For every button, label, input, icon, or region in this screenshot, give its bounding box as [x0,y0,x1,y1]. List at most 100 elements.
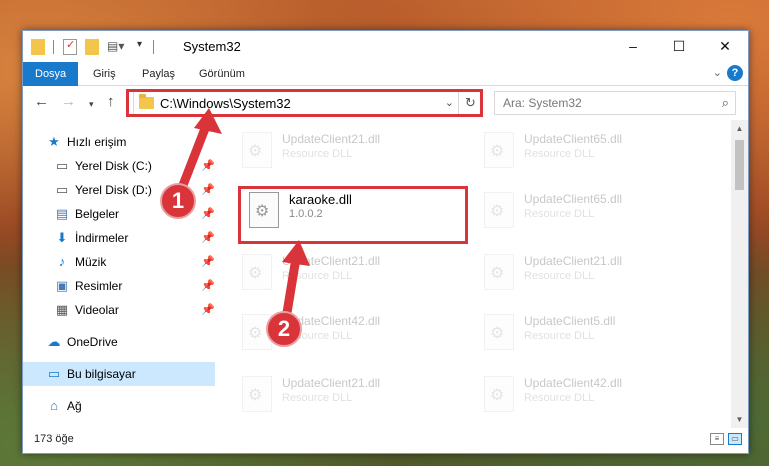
file-item[interactable]: UpdateClient21.dll Resource DLL [234,368,464,420]
sidebar-item-onedrive[interactable]: ☁ OneDrive [23,330,215,354]
file-name: UpdateClient5.dll [524,314,616,328]
pin-icon: 📌 [201,256,215,268]
file-item[interactable]: UpdateClient21.dll Resource DLL [476,246,706,298]
quick-access-dropdown-icon[interactable]: ▾ [137,39,147,55]
tab-view[interactable]: Görünüm [199,62,245,86]
pin-icon: 📌 [201,208,215,220]
scroll-up-icon[interactable]: ▲ [731,120,748,137]
file-description: Resource DLL [524,392,595,404]
file-name: UpdateClient21.dll [524,254,623,268]
pin-icon: 📌 [201,232,215,244]
network-icon: ⌂ [50,398,58,413]
file-name: UpdateClient21.dll [282,254,381,268]
sidebar-item-videos[interactable]: ▦ Videolar 📌 [23,298,215,322]
file-name: UpdateClient65.dll [524,132,623,146]
file-item[interactable]: UpdateClient42.dll Resource DLL [476,368,706,420]
navigation-pane: ★ Hızlı erişim ▭ Yerel Disk (C:) 📌 ▭ Yer… [23,120,215,428]
sidebar-item-label: Hızlı erişim [67,135,127,149]
file-description: Resource DLL [524,148,595,160]
file-name: UpdateClient21.dll [282,132,381,146]
customize-quick-access-icon[interactable]: ▤▾ [107,39,124,55]
sidebar-item-quick-access[interactable]: ★ Hızlı erişim [23,130,215,154]
music-icon: ♪ [58,254,66,269]
minimize-button[interactable]: – [610,31,656,61]
address-bar-highlight [126,89,483,117]
dll-file-icon [242,376,272,412]
file-description: Resource DLL [524,270,595,282]
documents-icon: ▤ [55,206,69,221]
file-list: UpdateClient21.dll Resource DLL UpdateCl… [226,120,731,428]
videos-icon: ▦ [55,302,69,317]
sidebar-item-music[interactable]: ♪ Müzik 📌 [23,250,215,274]
sidebar-item-local-disk-c[interactable]: ▭ Yerel Disk (C:) 📌 [23,154,215,178]
close-button[interactable]: ✕ [702,31,748,61]
file-description: Resource DLL [282,148,353,160]
tab-home[interactable]: Giriş [93,62,116,86]
computer-icon: ▭ [47,366,61,381]
search-placeholder: Ara: System32 [503,96,582,110]
dll-file-icon [242,132,272,168]
dll-file-icon [242,254,272,290]
cloud-icon: ☁ [47,334,61,349]
expand-ribbon-icon[interactable]: ⌄ [713,66,722,79]
pin-icon: 📌 [201,184,215,196]
star-icon: ★ [48,134,60,149]
file-description: Resource DLL [524,208,595,220]
dll-file-icon [484,132,514,168]
forward-arrow-icon[interactable]: → [61,94,76,110]
drive-icon: ▭ [55,182,69,197]
file-item[interactable]: UpdateClient21.dll Resource DLL [234,246,464,298]
divider [153,40,154,54]
sidebar-item-label: Resimler [75,279,123,293]
properties-icon[interactable]: ✓ [63,39,77,55]
sidebar-item-label: Yerel Disk (C:) [75,159,152,173]
item-count: 173 öğe [34,433,74,445]
maximize-button[interactable]: ☐ [656,31,702,61]
tab-share[interactable]: Paylaş [142,62,175,86]
scroll-down-icon[interactable]: ▼ [731,411,748,428]
dll-file-icon [484,192,514,228]
dll-file-icon [484,254,514,290]
sidebar-item-downloads[interactable]: ⬇ İndirmeler 📌 [23,226,215,250]
vertical-scrollbar[interactable]: ▲ ▼ [731,120,748,428]
step-2-badge: 2 [266,311,302,347]
sidebar-item-network[interactable]: ⌂ Ağ [23,394,215,418]
download-icon: ⬇ [56,230,68,245]
new-folder-icon[interactable] [85,39,99,55]
file-name: UpdateClient21.dll [282,376,381,390]
dll-file-icon [484,376,514,412]
step-1-badge: 1 [160,183,196,219]
up-arrow-icon[interactable]: ↑ [107,94,115,110]
tab-file[interactable]: Dosya [23,62,79,86]
sidebar-item-label: Ağ [67,399,82,413]
pin-icon: 📌 [201,304,215,316]
file-name: UpdateClient65.dll [524,192,623,206]
sidebar-item-pictures[interactable]: ▣ Resimler 📌 [23,274,215,298]
sidebar-item-label: Belgeler [75,207,120,221]
sidebar-item-label: OneDrive [67,335,118,349]
window-title: System32 [183,39,241,54]
scrollbar-thumb[interactable] [735,140,744,190]
file-item[interactable]: UpdateClient65.dll Resource DLL [476,184,706,236]
recent-locations-chevron-icon[interactable]: ▾ [89,96,94,112]
tiles-view-icon[interactable]: ▭ [728,433,742,445]
back-arrow-icon[interactable]: ← [34,94,49,110]
file-item[interactable]: UpdateClient21.dll Resource DLL [234,124,464,176]
help-icon[interactable]: ? [727,65,743,81]
sidebar-item-label: Müzik [75,255,107,269]
file-item[interactable]: UpdateClient65.dll Resource DLL [476,124,706,176]
file-name: UpdateClient42.dll [524,376,623,390]
file-description: Resource DLL [524,330,595,342]
file-item[interactable]: UpdateClient5.dll Resource DLL [476,306,706,358]
search-input[interactable]: Ara: System32 ⌕ [494,91,736,115]
status-bar: 173 öğe ≡ ▭ [23,427,748,453]
ribbon-tabs: Dosya Giriş Paylaş Görünüm ⌄ ? [23,62,748,86]
drive-icon: ▭ [55,158,69,173]
title-bar: ✓ ▤▾ ▾ System32 – ☐ ✕ [23,31,748,62]
dll-file-icon [484,314,514,350]
details-view-icon[interactable]: ≡ [710,433,724,445]
sidebar-item-label: İndirmeler [75,231,129,245]
search-icon[interactable]: ⌕ [722,95,729,111]
divider [53,40,54,54]
sidebar-item-this-pc[interactable]: ▭ Bu bilgisayar [23,362,215,386]
